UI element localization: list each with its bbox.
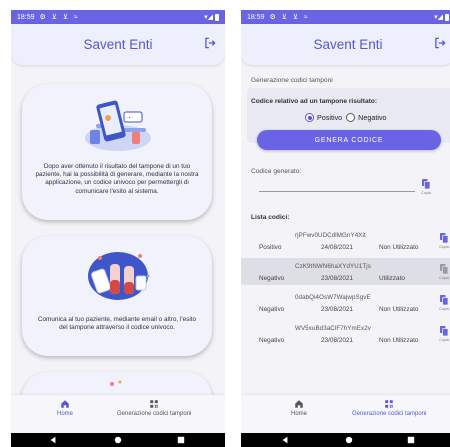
nav-generazione-label: Generazione codici tamponi	[352, 411, 427, 417]
radio-negativo-label: Negativo	[358, 113, 387, 122]
nav-home-label: Home	[57, 411, 74, 417]
status-bar: 18:59 ⚙ ⊻ ⊻ ≈ ▾◢	[11, 10, 225, 24]
copy-icon	[440, 233, 449, 244]
copy-icon	[440, 326, 449, 337]
illustration-partial	[110, 380, 122, 386]
copy-label: Copia	[421, 191, 431, 195]
code-date: 23/08/2021	[321, 306, 353, 313]
result-radio-group: Positivo Negativo	[305, 113, 391, 122]
code-value: rjPFwv0UDCdlMGnY4Xit	[295, 232, 366, 239]
nav-generazione[interactable]: Generazione codici tamponi	[117, 399, 191, 417]
code-date: 23/08/2021	[321, 275, 353, 282]
radio-negativo[interactable]: Negativo	[346, 113, 387, 122]
app-bar: Savent Enti	[241, 24, 450, 65]
system-navigation-bar	[241, 433, 450, 447]
code-value: 0dabQi4OsW7WajwpSgvE	[295, 294, 371, 301]
radio-positivo-label: Positivo	[317, 113, 343, 122]
phone-code-illustration: ·•·	[85, 100, 151, 151]
qr-code-icon	[150, 400, 158, 408]
info-card-communicate: Comunica al tuo paziente, mediante email…	[22, 236, 212, 356]
back-icon[interactable]	[281, 436, 289, 444]
copy-icon	[422, 179, 431, 190]
app-title: Savent Enti	[83, 37, 153, 52]
radio-negativo-indicator[interactable]	[346, 113, 356, 122]
system-navigation-bar	[11, 433, 225, 447]
svg-text:·•·: ·•·	[126, 115, 133, 120]
generated-code-label: Codice generato:	[251, 168, 302, 175]
notification-icons: ⚙ ⊻ ⊻ ≈	[269, 14, 310, 21]
info-card-generate-text: Dopo aver ottenuto il risultato del tamp…	[35, 163, 199, 195]
radio-positivo[interactable]: Positivo	[305, 113, 342, 122]
nav-home[interactable]: Home	[57, 399, 73, 417]
code-result: Negativo	[259, 337, 285, 344]
status-bar: 18:59 ⚙ ⊻ ⊻ ≈ ▾◢	[241, 10, 450, 24]
code-row[interactable]: CzK9tNWN6haXYdYU1Tjs Negativo 23/08/2021 Ut…	[241, 258, 450, 285]
copy-icon	[440, 295, 449, 306]
bottom-navigation: Home Generazione codici tamponi	[241, 395, 450, 433]
info-card-communicate-text: Comunica al tuo paziente, mediante email…	[37, 316, 197, 332]
app-title: Savent Enti	[313, 37, 383, 52]
home-button-icon[interactable]	[114, 436, 122, 444]
battery-icon	[445, 13, 449, 21]
section-title: Generazione codici tamponi	[251, 77, 333, 84]
code-status: Utilizzato	[379, 275, 405, 282]
code-result: Negativo	[259, 275, 285, 282]
info-card-generate: ·•· Dopo aver ottenuto il risultato del …	[22, 84, 212, 220]
code-result: Negativo	[259, 306, 285, 313]
recents-icon[interactable]	[407, 436, 415, 444]
generation-content[interactable]: Generazione codici tamponi Codice relati…	[241, 66, 450, 395]
logout-icon[interactable]	[203, 36, 217, 50]
back-icon[interactable]	[49, 436, 57, 444]
code-date: 24/08/2021	[321, 244, 353, 251]
home-icon	[295, 400, 303, 408]
signal-battery-icons: ▾◢	[434, 13, 449, 21]
generate-code-button[interactable]: GENERA CODICE	[257, 130, 441, 150]
home-content[interactable]: ·•· Dopo aver ottenuto il risultato del …	[11, 66, 225, 395]
home-icon	[61, 400, 69, 408]
battery-icon	[215, 13, 219, 21]
home-button-icon[interactable]	[345, 436, 353, 444]
code-value: WV5xuBd3aClF7hYmEx2v	[295, 325, 371, 332]
code-value: CzK9tNWN6haXYdYU1Tjs	[295, 263, 371, 270]
codes-list-title: Lista codici:	[251, 214, 290, 221]
copy-code-button[interactable]: Copia	[439, 232, 449, 249]
copy-label: Copia	[439, 245, 449, 249]
code-row[interactable]: WV5xuBd3aClF7hYmEx2v Negativo 23/08/2021 No…	[241, 320, 450, 347]
copy-code-button[interactable]: Copia	[439, 294, 449, 311]
code-status: Non Utilizzato	[379, 306, 419, 313]
code-result: Positivo	[259, 244, 282, 251]
status-time: 18:59	[17, 13, 35, 21]
code-date: 23/08/2021	[321, 337, 353, 344]
info-card-partial	[22, 372, 212, 395]
test-tube-illustration	[88, 252, 150, 300]
nav-generazione[interactable]: Generazione codici tamponi	[352, 399, 426, 417]
copy-icon	[440, 264, 449, 275]
copy-code-button[interactable]: Copia	[439, 263, 449, 280]
signal-battery-icons: ▾◢	[204, 13, 219, 21]
code-row[interactable]: rjPFwv0UDCdlMGnY4Xit Positivo 24/08/2021 No…	[241, 227, 450, 254]
copy-generated-button[interactable]: Copia	[421, 178, 431, 195]
copy-code-button[interactable]: Copia	[439, 325, 449, 342]
logout-icon[interactable]	[433, 36, 447, 50]
code-status: Non Utilizzato	[379, 337, 419, 344]
code-row[interactable]: 0dabQi4OsW7WajwpSgvE Negativo 23/08/2021 No…	[241, 289, 450, 316]
generation-screen: 18:59 ⚙ ⊻ ⊻ ≈ ▾◢ Savent Enti Generazione…	[241, 10, 450, 447]
copy-label: Copia	[439, 276, 449, 280]
copy-label: Copia	[439, 307, 449, 311]
nav-generazione-label: Generazione codici tamponi	[117, 411, 192, 417]
copy-label: Copia	[439, 338, 449, 342]
app-bar: Savent Enti	[11, 24, 225, 65]
notification-icons: ⚙ ⊻ ⊻ ≈	[39, 14, 80, 21]
result-type-label: Codice relativo ad un tampone risultato:	[251, 98, 378, 105]
bottom-navigation: Home Generazione codici tamponi	[11, 395, 225, 433]
recents-icon[interactable]	[177, 436, 185, 444]
nav-home[interactable]: Home	[291, 399, 307, 417]
generated-code-field[interactable]	[259, 191, 415, 192]
qr-code-icon	[385, 400, 393, 408]
nav-home-label: Home	[291, 411, 308, 417]
home-screen: 18:59 ⚙ ⊻ ⊻ ≈ ▾◢ Savent Enti ·•· Dopo av…	[11, 10, 225, 447]
status-time: 18:59	[247, 13, 265, 21]
radio-positivo-indicator[interactable]	[305, 113, 314, 122]
code-status: Non Utilizzato	[379, 244, 419, 251]
